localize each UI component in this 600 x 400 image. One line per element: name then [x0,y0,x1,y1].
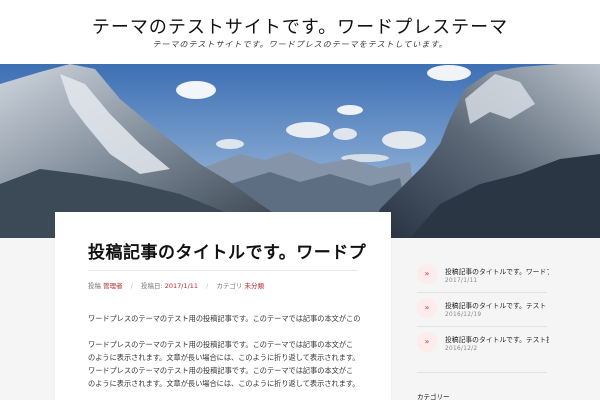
recent-post-title[interactable]: 投稿記事のタイトルです。ワードプレスのテーマ [445,266,549,276]
post-bullet-icon: » [417,332,437,352]
category-link[interactable]: 未分類 [244,282,264,290]
category-label: カテゴリ [216,282,243,290]
post-paragraph: ワードプレスのテーマのテスト用の投稿記事です。このテーマでは記事の本文がこのよう… [88,340,360,388]
recent-post-item[interactable]: » 投稿記事のタイトルです。テスト 2016/12/19 [417,294,547,328]
sidebar-divider [417,292,547,293]
post-bullet-icon: » [417,298,437,318]
recent-post-title[interactable]: 投稿記事のタイトルです。テスト [445,300,549,310]
site-header: テーマのテストサイトです。ワードプレステーマ テーマのテストサイトです。ワードプ… [0,0,600,64]
sidebar-widget-title: カテゴリー [417,393,450,400]
post-meta: 投稿 管理者 / 投稿日: 2017/1/11 / カテゴリ 未分類 [88,282,264,290]
recent-post-date: 2017/1/11 [445,278,478,284]
author-link[interactable]: 管理者 [103,282,123,290]
meta-separator: / [130,282,133,290]
meta-separator: / [206,282,209,290]
sidebar-divider [417,372,547,373]
site-description: テーマのテストサイトです。ワードプレスのテーマをテストしています。 [152,40,448,49]
post-paragraph: ワードプレスのテーマのテスト用の投稿記事です。このテーマでは記事の本文がこのよう… [88,314,360,323]
post-date-link[interactable]: 2017/1/11 [165,282,198,290]
recent-post-date: 2016/12/19 [445,312,482,318]
recent-post-title[interactable]: 投稿記事のタイトルです。テスト投稿 [445,334,549,344]
title-divider [88,270,358,271]
post-bullet-icon: » [417,264,437,284]
recent-post-item[interactable]: » 投稿記事のタイトルです。ワードプレスのテーマ 2017/1/11 [417,260,549,294]
date-label: 投稿日 [140,282,161,290]
recent-post-date: 2016/12/2 [445,346,478,352]
post-card: 投稿記事のタイトルです。ワードプレスのテーマ 投稿 管理者 / 投稿日: 201… [55,212,391,400]
post-title[interactable]: 投稿記事のタイトルです。ワードプレスのテーマ [88,238,368,263]
author-label: 投稿 [88,282,101,290]
recent-post-item[interactable]: » 投稿記事のタイトルです。テスト投稿 2016/12/2 [417,328,549,362]
site-title[interactable]: テーマのテストサイトです。ワードプレステーマ [0,13,600,39]
sidebar-divider [417,326,547,327]
